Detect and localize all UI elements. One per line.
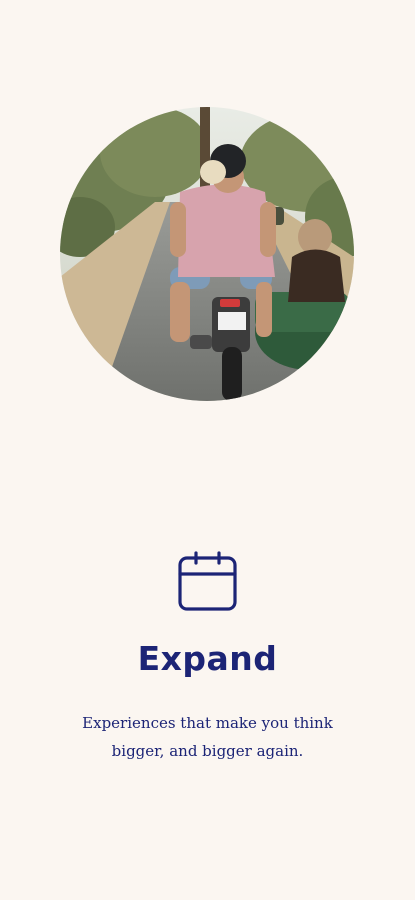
onboarding-hero-image	[60, 107, 354, 401]
onboarding-subtitle: Experiences that make you think bigger, …	[82, 714, 333, 760]
onboarding-title: Expand	[137, 639, 278, 678]
calendar-icon	[177, 551, 238, 612]
